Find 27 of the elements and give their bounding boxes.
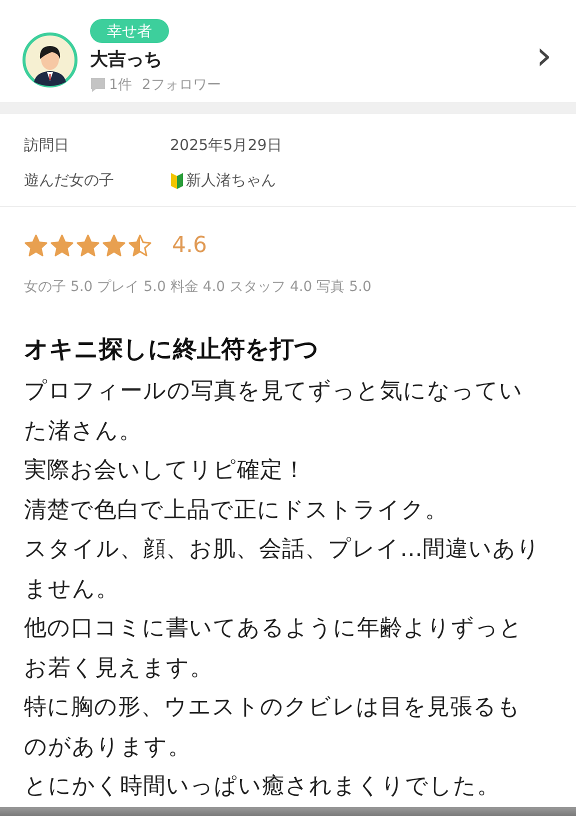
rating-score: 4.6 [172, 233, 207, 258]
comment-icon [90, 76, 106, 92]
girl-name: 新人渚ちゃん [186, 171, 276, 190]
review-count: 1件 [109, 76, 132, 94]
chevron-icon: › [536, 36, 552, 76]
star-icon [24, 234, 48, 258]
follower-count: 2フォロワー [142, 76, 221, 94]
review-paragraph: 清楚で色白で上品で正にドストライク。 [24, 496, 449, 524]
profile-header[interactable]: 幸せ者 大吉っち 1件 2フォロワー › [0, 0, 576, 102]
user-name: 大吉っち [90, 48, 162, 70]
star-icon [102, 234, 126, 258]
review-paragraph: 他の口コミに書いてあるように年齢よりずっとお若く見えます。 [24, 614, 524, 682]
half-star-icon [128, 234, 152, 258]
visit-date: 2025年5月29日 [170, 136, 282, 155]
field-label: 訪問日 [24, 136, 70, 155]
review-paragraph: とにかく時間いっぱい癒されまくりでした。 [24, 772, 501, 801]
review-title: オキニ探しに終止符を打つ [24, 334, 320, 365]
review-paragraph: 実際お会いしてリピ確定！ [24, 456, 307, 485]
review-paragraph: プロフィールの写真を見てずっと気になっていた渚さん。 [24, 377, 524, 446]
rating-breakdown: 女の子 5.0 プレイ 5.0 料金 4.0 スタッフ 4.0 写真 5.0 [24, 278, 372, 296]
star-icon [76, 234, 100, 258]
user-rank-badge: 幸せ者 [90, 18, 169, 42]
star-icon [50, 234, 74, 258]
avatar-icon [22, 32, 78, 88]
review-paragraph: 特に胸の形、ウエストのクビレは目を見張るものがあります。 [24, 693, 522, 762]
field-label: 遊んだ女の子 [24, 171, 115, 190]
review-paragraph: スタイル、顔、お肌、会話、プレイ…間違いありません。 [24, 535, 542, 604]
